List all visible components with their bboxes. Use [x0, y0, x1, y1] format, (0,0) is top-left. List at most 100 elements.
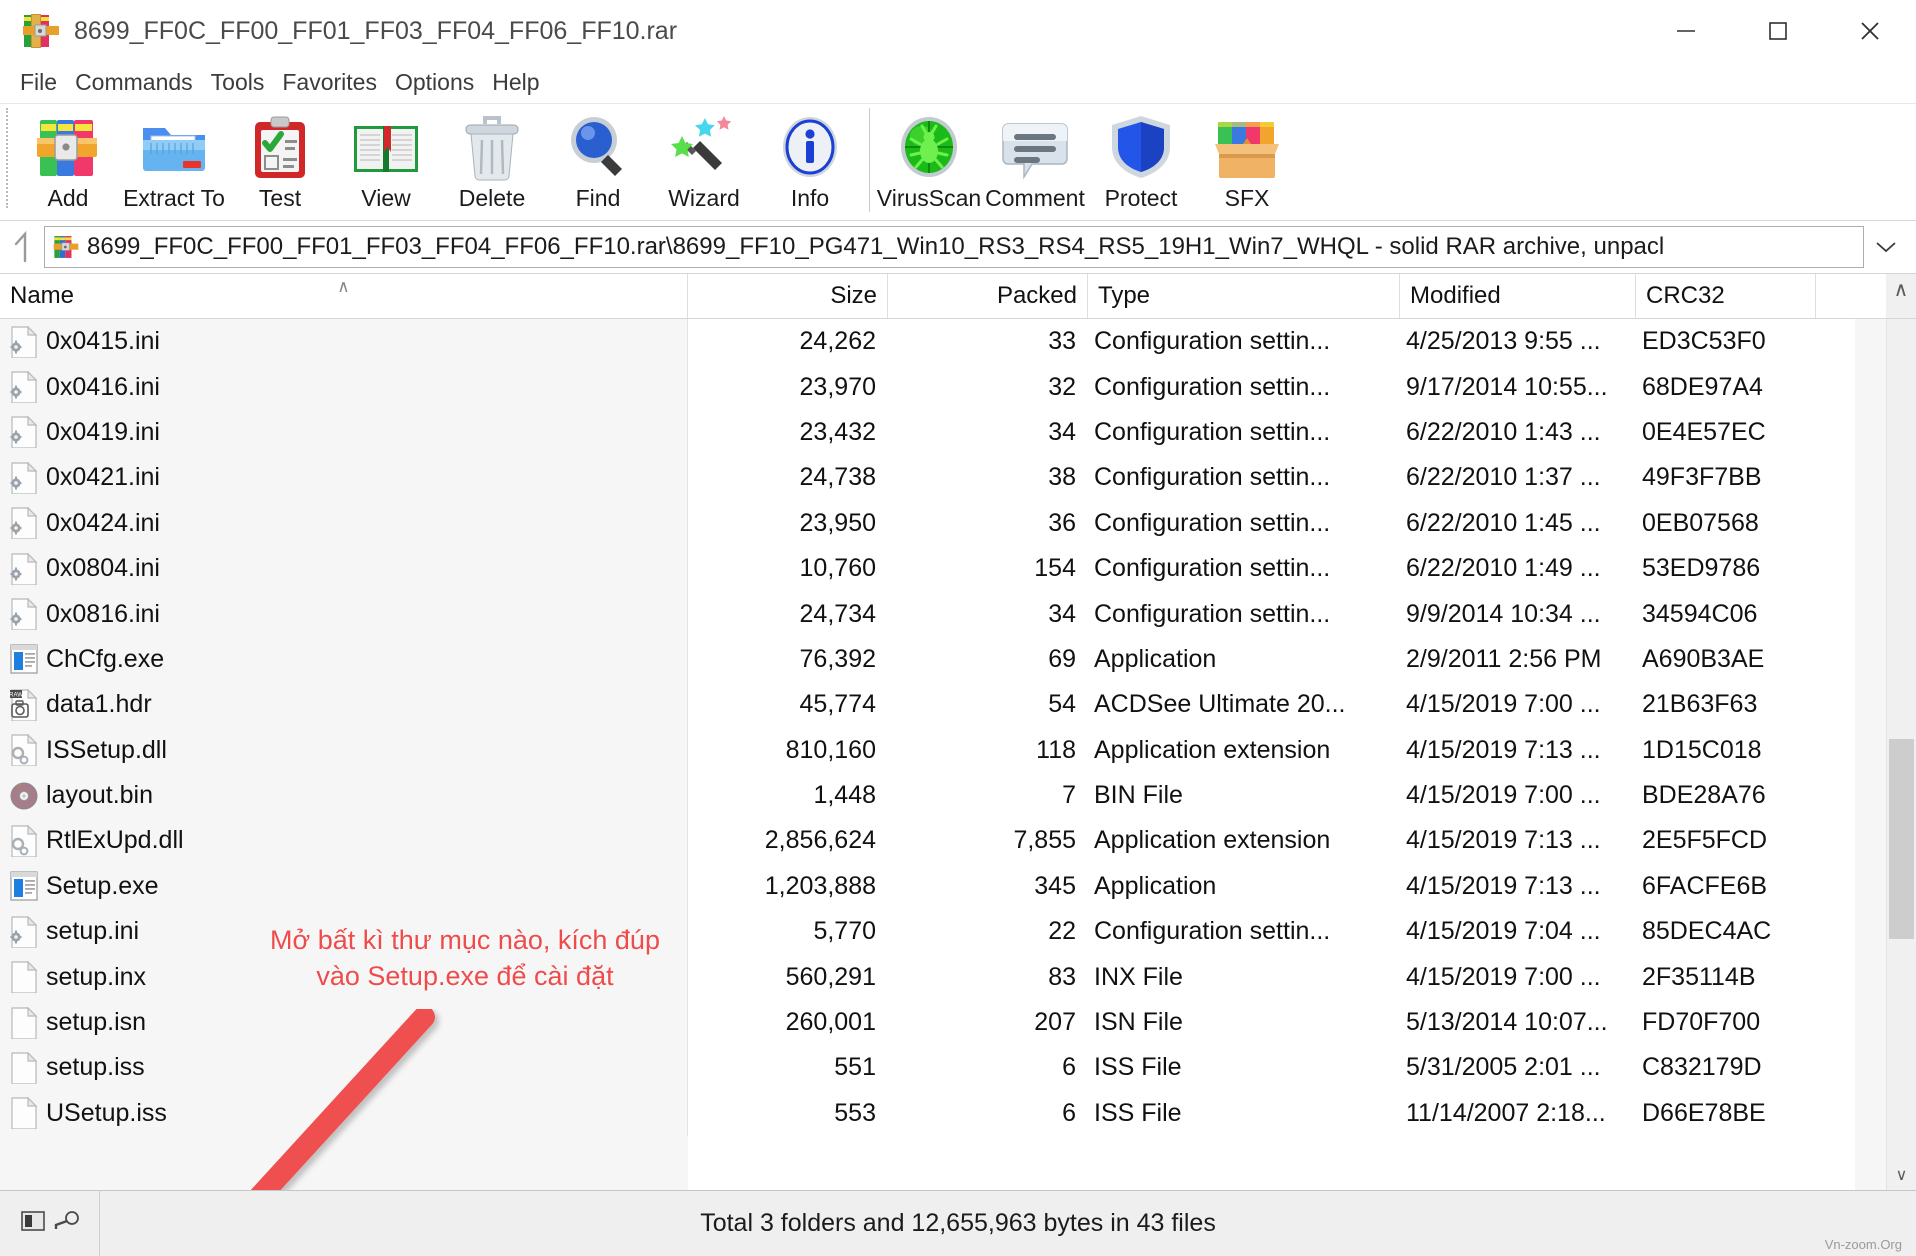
- file-size-cell: 553: [834, 1098, 876, 1127]
- file-name-cell[interactable]: 0x0419.ini: [0, 409, 688, 456]
- dll-file-icon: [9, 824, 39, 858]
- file-name-cell[interactable]: setup.inx: [0, 954, 688, 1000]
- toolbar-view-button[interactable]: View: [333, 104, 439, 216]
- column-header-size[interactable]: Size: [688, 274, 888, 318]
- column-header-packed[interactable]: Packed: [888, 274, 1088, 318]
- toolbar-info-button[interactable]: Info: [757, 104, 863, 216]
- file-name-cell[interactable]: RtlExUpd.dll: [0, 818, 688, 864]
- close-button[interactable]: [1824, 0, 1916, 62]
- toolbar-add-label: Add: [47, 185, 89, 211]
- file-name-cell[interactable]: ChCfg.exe: [0, 636, 688, 683]
- table-row[interactable]: 0x0816.ini 24,734 34 Configuration settin..…: [0, 591, 1916, 637]
- column-header-modified[interactable]: Modified: [1400, 274, 1636, 318]
- column-header-type[interactable]: Type: [1088, 274, 1400, 318]
- toolbar-delete-button[interactable]: Delete: [439, 104, 545, 216]
- table-row[interactable]: RtlExUpd.dll 2,856,624 7,855 Application ex…: [0, 818, 1916, 864]
- toolbar-extract-button[interactable]: Extract To: [121, 104, 227, 216]
- column-header-name[interactable]: Name ∧: [0, 274, 688, 318]
- toolbar-comment-button[interactable]: Comment: [982, 104, 1088, 216]
- file-modified-cell: 4/15/2019 7:00 ...: [1406, 781, 1601, 810]
- file-name-cell[interactable]: USetup.iss: [0, 1090, 688, 1137]
- menu-item-file[interactable]: File: [11, 67, 66, 98]
- file-name-cell[interactable]: ISSetup.dll: [0, 727, 688, 773]
- toolbar-add-button[interactable]: Add: [15, 104, 121, 216]
- file-modified-cell: 11/14/2007 2:18...: [1406, 1098, 1606, 1127]
- menu-item-commands[interactable]: Commands: [66, 67, 202, 98]
- exe-file-icon: [9, 870, 39, 902]
- svg-text:RAW: RAW: [9, 692, 23, 698]
- table-row[interactable]: setup.isn 260,001 207 ISN File 5/13/2014 10:…: [0, 999, 1916, 1046]
- file-name-cell[interactable]: 0x0421.ini: [0, 455, 688, 501]
- file-name-label: data1.hdr: [46, 690, 152, 719]
- winrar-window: R 8699_FF0C_FF00_FF01_FF03_FF04_FF06_FF1…: [0, 0, 1916, 1256]
- file-type-cell: Configuration settin...: [1094, 554, 1331, 583]
- table-row[interactable]: setup.ini 5,770 22 Configuration settin... 4…: [0, 909, 1916, 955]
- table-row[interactable]: layout.bin 1,448 7 BIN File 4/15/2019 7:00 .…: [0, 772, 1916, 819]
- toolbar-virusscan-button[interactable]: VirusScan: [876, 104, 982, 216]
- toolbar-sfx-button[interactable]: SFX: [1194, 104, 1300, 216]
- column-header-crc32[interactable]: CRC32: [1636, 274, 1816, 318]
- file-name-cell[interactable]: setup.iss: [0, 1045, 688, 1091]
- status-bar: Total 3 folders and 12,655,963 bytes in …: [0, 1190, 1916, 1256]
- file-size-cell: 260,001: [785, 1008, 876, 1037]
- table-row[interactable]: 0x0804.ini 10,760 154 Configuration settin.…: [0, 545, 1916, 592]
- file-name-cell[interactable]: 0x0804.ini: [0, 545, 688, 592]
- table-row[interactable]: ISSetup.dll 810,160 118 Application extensi…: [0, 727, 1916, 773]
- file-name-cell[interactable]: layout.bin: [0, 772, 688, 819]
- table-row[interactable]: 0x0416.ini 23,970 32 Configuration settin..…: [0, 364, 1916, 410]
- menu-item-help[interactable]: Help: [483, 67, 548, 98]
- file-packed-cell: 118: [1036, 735, 1076, 764]
- table-row[interactable]: Setup.exe 1,203,888 345 Application 4/15/201…: [0, 863, 1916, 910]
- table-row[interactable]: 0x0424.ini 23,950 36 Configuration settin..…: [0, 500, 1916, 546]
- up-arrow-icon[interactable]: [4, 224, 44, 270]
- file-name-cell[interactable]: 0x0415.ini: [0, 319, 688, 365]
- file-list-body[interactable]: 0x0415.ini 24,262 33 Configuration settin..…: [0, 319, 1916, 1190]
- file-type-cell: Configuration settin...: [1094, 327, 1331, 356]
- file-name-cell[interactable]: setup.ini: [0, 909, 688, 955]
- table-row[interactable]: 0x0415.ini 24,262 33 Configuration settin..…: [0, 319, 1916, 365]
- file-size-cell: 2,856,624: [764, 826, 876, 855]
- file-size-cell: 24,262: [799, 327, 876, 356]
- address-input[interactable]: 8699_FF0C_FF00_FF01_FF03_FF04_FF06_FF10.…: [44, 226, 1864, 268]
- table-row[interactable]: 0x0419.ini 23,432 34 Configuration settin..…: [0, 409, 1916, 456]
- file-size-cell: 23,432: [799, 417, 876, 446]
- table-row[interactable]: ChCfg.exe 76,392 69 Application 2/9/2011 2:5…: [0, 636, 1916, 683]
- file-name-cell[interactable]: setup.isn: [0, 999, 688, 1046]
- toolbar-protect-button[interactable]: Protect: [1088, 104, 1194, 216]
- scroll-down-arrow-icon[interactable]: ∨: [1887, 1160, 1916, 1190]
- table-row[interactable]: USetup.iss 553 6 ISS File 11/14/2007 2:18...…: [0, 1090, 1916, 1137]
- file-packed-cell: 207: [1034, 1008, 1076, 1037]
- file-name-label: 0x0804.ini: [46, 554, 160, 583]
- toolbar-protect-label: Protect: [1104, 185, 1178, 211]
- file-name-cell[interactable]: RAW data1.hdr: [0, 682, 688, 728]
- toolbar-wizard-label: Wizard: [668, 185, 740, 211]
- table-row[interactable]: RAW data1.hdr 45,774 54 ACDSee Ultimate 20..…: [0, 682, 1916, 728]
- toolbar-find-button[interactable]: Find: [545, 104, 651, 216]
- menu-item-tools[interactable]: Tools: [202, 67, 274, 98]
- chevron-down-icon[interactable]: [1864, 226, 1908, 268]
- table-row[interactable]: 0x0421.ini 24,738 38 Configuration settin..…: [0, 455, 1916, 501]
- toolbar-view-label: View: [361, 185, 411, 211]
- menu-item-options[interactable]: Options: [386, 67, 483, 98]
- file-name-cell[interactable]: 0x0416.ini: [0, 364, 688, 410]
- file-name-cell[interactable]: 0x0424.ini: [0, 500, 688, 546]
- menu-item-favorites[interactable]: Favorites: [273, 67, 386, 98]
- file-type-cell: Configuration settin...: [1094, 372, 1331, 401]
- file-list-header: Name ∧ Size Packed Type Modified CRC32 ∧: [0, 273, 1916, 319]
- ini-file-icon: [9, 597, 39, 631]
- file-crc32-cell: 0EB07568: [1642, 508, 1759, 537]
- table-row[interactable]: setup.iss 551 6 ISS File 5/31/2005 2:01 ... C…: [0, 1045, 1916, 1091]
- sfx-box-icon: [1210, 110, 1284, 184]
- toolbar-grip[interactable]: [6, 108, 15, 208]
- toolbar-test-button[interactable]: Test: [227, 104, 333, 216]
- maximize-button[interactable]: [1732, 0, 1824, 62]
- file-name-label: RtlExUpd.dll: [46, 826, 184, 855]
- scroll-up-arrow-icon[interactable]: ∧: [1886, 274, 1916, 318]
- vertical-scrollbar[interactable]: ∨: [1886, 319, 1916, 1190]
- table-row[interactable]: setup.inx 560,291 83 INX File 4/15/2019 7:00…: [0, 954, 1916, 1000]
- minimize-button[interactable]: [1640, 0, 1732, 62]
- file-name-cell[interactable]: 0x0816.ini: [0, 591, 688, 637]
- scrollbar-thumb[interactable]: [1889, 739, 1914, 939]
- file-name-cell[interactable]: Setup.exe: [0, 863, 688, 910]
- toolbar-wizard-button[interactable]: Wizard: [651, 104, 757, 216]
